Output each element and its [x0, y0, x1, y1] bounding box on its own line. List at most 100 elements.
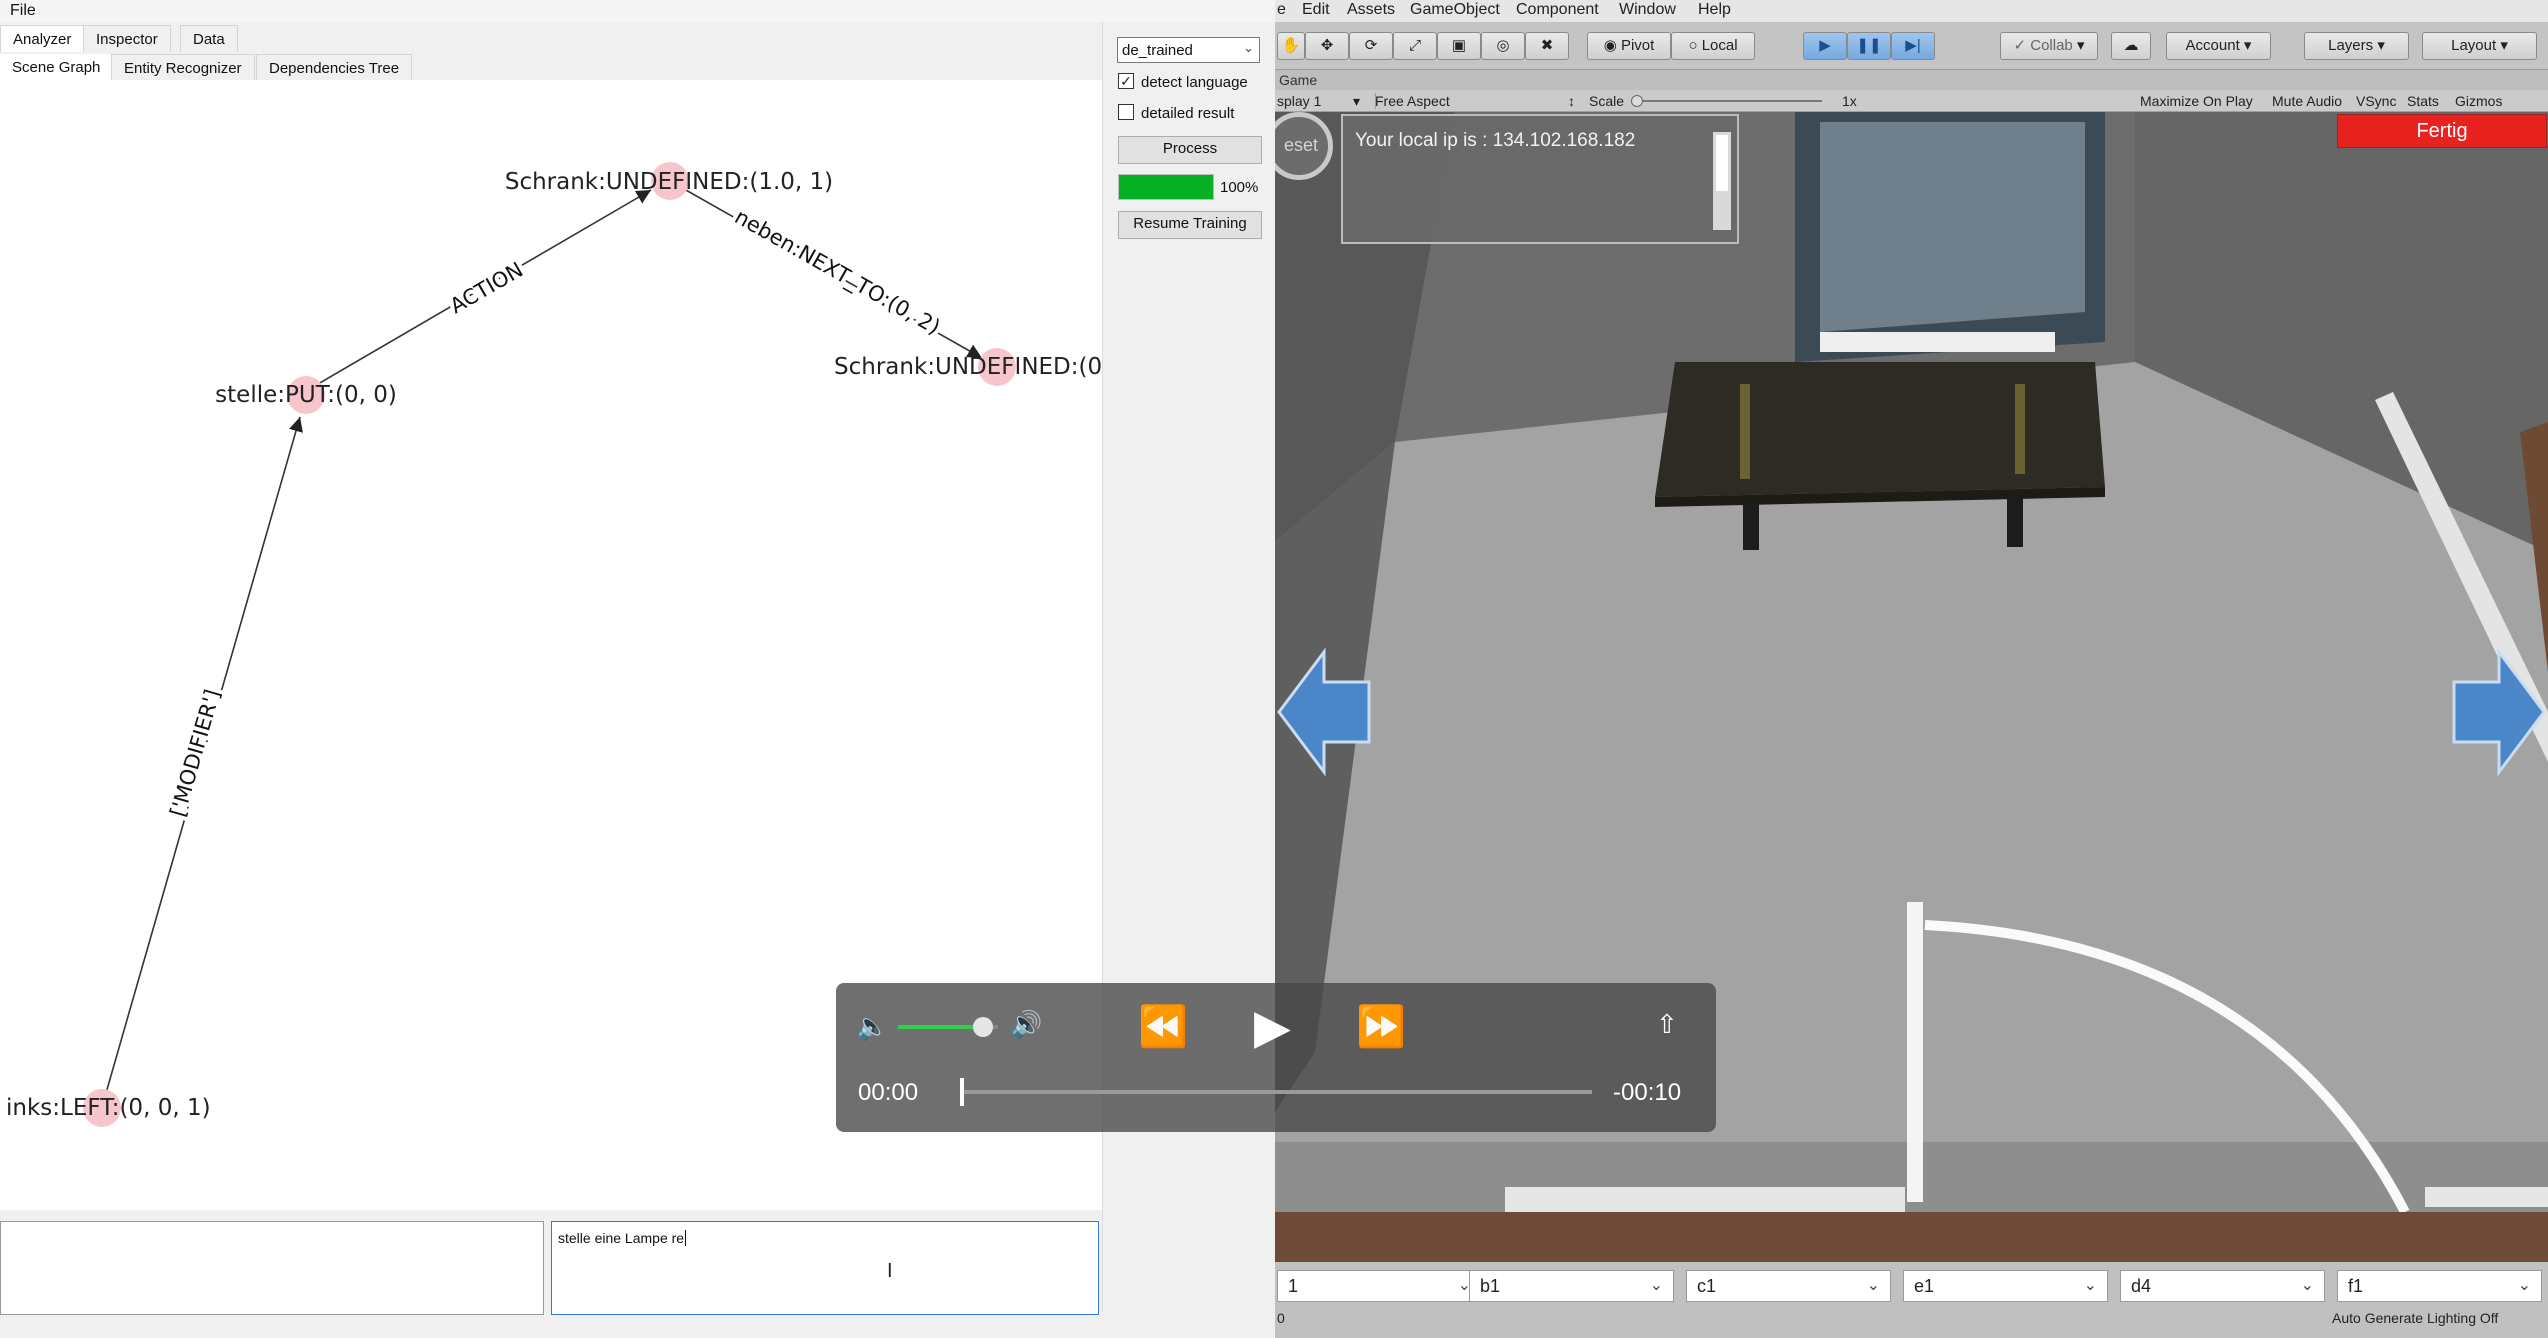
dropdown-5-value: d4	[2131, 1276, 2152, 1296]
process-button[interactable]: Process	[1118, 136, 1262, 164]
chevron-down-icon: ⌄	[2300, 1277, 2314, 1294]
tab-scene-graph[interactable]: Scene Graph	[0, 54, 113, 81]
chevron-down-icon: ⌄	[1866, 1277, 1880, 1294]
command-input[interactable]: stelle eine Lampe re I	[551, 1221, 1099, 1315]
stats-toggle[interactable]: Stats	[2407, 93, 2439, 109]
custom-tool-icon[interactable]: ✖	[1525, 32, 1569, 60]
tab-analyzer[interactable]: Analyzer	[0, 25, 85, 52]
progress-bar	[1118, 174, 1214, 200]
move-tool-icon[interactable]: ✥	[1305, 32, 1349, 60]
dropdown-4[interactable]: e1 ⌄	[1903, 1270, 2108, 1302]
detailed-result-checkbox[interactable]	[1118, 104, 1134, 120]
aspect-dropdown[interactable]: Free Aspect	[1375, 93, 1450, 109]
pause-button[interactable]: ❚❚	[1847, 32, 1891, 60]
pivot-toggle[interactable]: ◉ Pivot	[1587, 32, 1671, 60]
dropdown-4-value: e1	[1914, 1276, 1935, 1296]
gizmos-dropdown[interactable]: Gizmos	[2455, 93, 2502, 109]
ip-scrollbar-thumb[interactable]	[1716, 135, 1728, 191]
dropdown-6[interactable]: f1 ⌄	[2337, 1270, 2542, 1302]
scale-tool-icon[interactable]: ⤢	[1393, 32, 1437, 60]
chevron-updown-icon: ↕	[1568, 93, 1575, 109]
menu-bar: File	[0, 0, 1275, 22]
ip-scrollbar[interactable]	[1713, 132, 1731, 230]
seek-bar[interactable]	[960, 1078, 1592, 1106]
volume-slider[interactable]	[898, 1017, 998, 1037]
account-dropdown[interactable]: Account ▾	[2166, 32, 2271, 60]
unity-editor-window: e Edit Assets GameObject Component Windo…	[1275, 0, 2548, 1338]
rotate-tool-icon[interactable]: ⟳	[1349, 32, 1393, 60]
scale-slider-thumb[interactable]	[1631, 95, 1643, 107]
menu-gameobject[interactable]: GameObject	[1410, 1, 1500, 19]
checkmark-icon: ✓	[1120, 73, 1132, 89]
reset-label: eset	[1284, 135, 1319, 155]
dropdown-2[interactable]: b1 ⌄	[1469, 1270, 1674, 1302]
volume-thumb[interactable]	[973, 1017, 993, 1037]
cloud-button[interactable]: ☁	[2111, 32, 2151, 60]
scale-label: Scale	[1589, 93, 1625, 109]
play-icon: ▶	[1819, 37, 1831, 54]
rect-tool-icon[interactable]: ▣	[1437, 32, 1481, 60]
resume-training-button[interactable]: Resume Training	[1118, 211, 1262, 239]
tab-dependencies-tree[interactable]: Dependencies Tree	[256, 54, 413, 81]
tab-game[interactable]: Game	[1279, 72, 1317, 88]
hand-tool-icon[interactable]: ✋	[1277, 32, 1305, 60]
layers-dropdown[interactable]: Layers ▾	[2304, 32, 2409, 60]
cloud-icon: ☁	[2123, 37, 2139, 54]
pivot-icon: ◉	[1603, 37, 1621, 54]
menu-edit[interactable]: Edit	[1302, 1, 1330, 19]
globe-icon: ○	[1688, 37, 1702, 54]
ip-panel: Your local ip is : 134.102.168.182	[1341, 114, 1739, 244]
tab-data[interactable]: Data	[180, 25, 238, 52]
dropdown-footer: 1 ⌄ b1 ⌄ c1 ⌄ e1 ⌄ d4 ⌄ f1 ⌄ 0 Auto Generate L…	[1275, 1262, 2548, 1338]
fast-forward-icon[interactable]: ⏩	[1356, 1003, 1406, 1050]
detect-language-checkbox[interactable]: ✓	[1118, 73, 1134, 89]
display-dropdown[interactable]: splay 1	[1277, 93, 1321, 109]
rewind-icon[interactable]: ⏪	[1138, 1003, 1188, 1050]
layout-dropdown[interactable]: Layout ▾	[2422, 32, 2537, 60]
collab-dropdown[interactable]: ✓ Collab ▾	[2000, 32, 2098, 60]
account-label: Account	[2185, 37, 2240, 54]
maximize-on-play-toggle[interactable]: Maximize On Play	[2140, 93, 2253, 109]
node-label-schrank-2: Schrank:UNDEFINED:(0	[834, 354, 1102, 380]
share-icon[interactable]: ⇧	[1656, 1009, 1678, 1040]
menu-assets[interactable]: Assets	[1347, 1, 1395, 19]
dropdown-1-value: 1	[1288, 1276, 1299, 1296]
play-icon[interactable]: ▶	[1254, 999, 1291, 1055]
auto-lighting-status: Auto Generate Lighting Off	[2332, 1310, 2499, 1326]
step-button[interactable]: ▶|	[1891, 32, 1935, 60]
transform-tool-icon[interactable]: ◎	[1481, 32, 1525, 60]
remaining-time: -00:10	[1613, 1079, 1682, 1106]
chevron-down-icon: ⌄	[1243, 40, 1254, 55]
menu-file-partial[interactable]: e	[1277, 1, 1286, 19]
command-input-value: stelle eine Lampe re	[558, 1230, 685, 1246]
detect-language-label: detect language	[1141, 74, 1248, 91]
vsync-toggle[interactable]: VSync	[2356, 93, 2396, 109]
local-toggle[interactable]: ○ Local	[1671, 32, 1755, 60]
model-select[interactable]: de_trained ⌄	[1117, 37, 1260, 63]
status-left: 0	[1277, 1310, 1285, 1326]
scale-slider[interactable]	[1631, 95, 1822, 107]
volume-mute-icon[interactable]: 🔈	[856, 1011, 888, 1042]
menu-file[interactable]: File	[10, 2, 36, 20]
model-select-value: de_trained	[1122, 42, 1193, 59]
edge-label-action: ACTION	[446, 258, 527, 319]
tab-inspector[interactable]: Inspector	[83, 25, 171, 52]
menu-window[interactable]: Window	[1619, 1, 1676, 19]
dropdown-1[interactable]: 1 ⌄	[1277, 1270, 1482, 1302]
fertig-button[interactable]: Fertig	[2337, 114, 2547, 148]
collab-label: Collab	[2030, 37, 2073, 54]
menu-component[interactable]: Component	[1516, 1, 1599, 19]
menu-help[interactable]: Help	[1698, 1, 1731, 19]
volume-fill	[898, 1025, 983, 1029]
tab-entity-recognizer[interactable]: Entity Recognizer	[111, 54, 255, 81]
dropdown-5[interactable]: d4 ⌄	[2120, 1270, 2325, 1302]
seek-handle[interactable]	[960, 1078, 964, 1106]
chevron-down-icon: ⌄	[2083, 1277, 2097, 1294]
text-caret	[685, 1230, 690, 1246]
dropdown-3[interactable]: c1 ⌄	[1686, 1270, 1891, 1302]
output-text-area[interactable]	[0, 1221, 544, 1315]
mute-audio-toggle[interactable]: Mute Audio	[2272, 93, 2342, 109]
play-button[interactable]: ▶	[1803, 32, 1847, 60]
volume-loud-icon[interactable]: 🔊	[1010, 1009, 1042, 1040]
progress-text: 100%	[1220, 179, 1259, 196]
